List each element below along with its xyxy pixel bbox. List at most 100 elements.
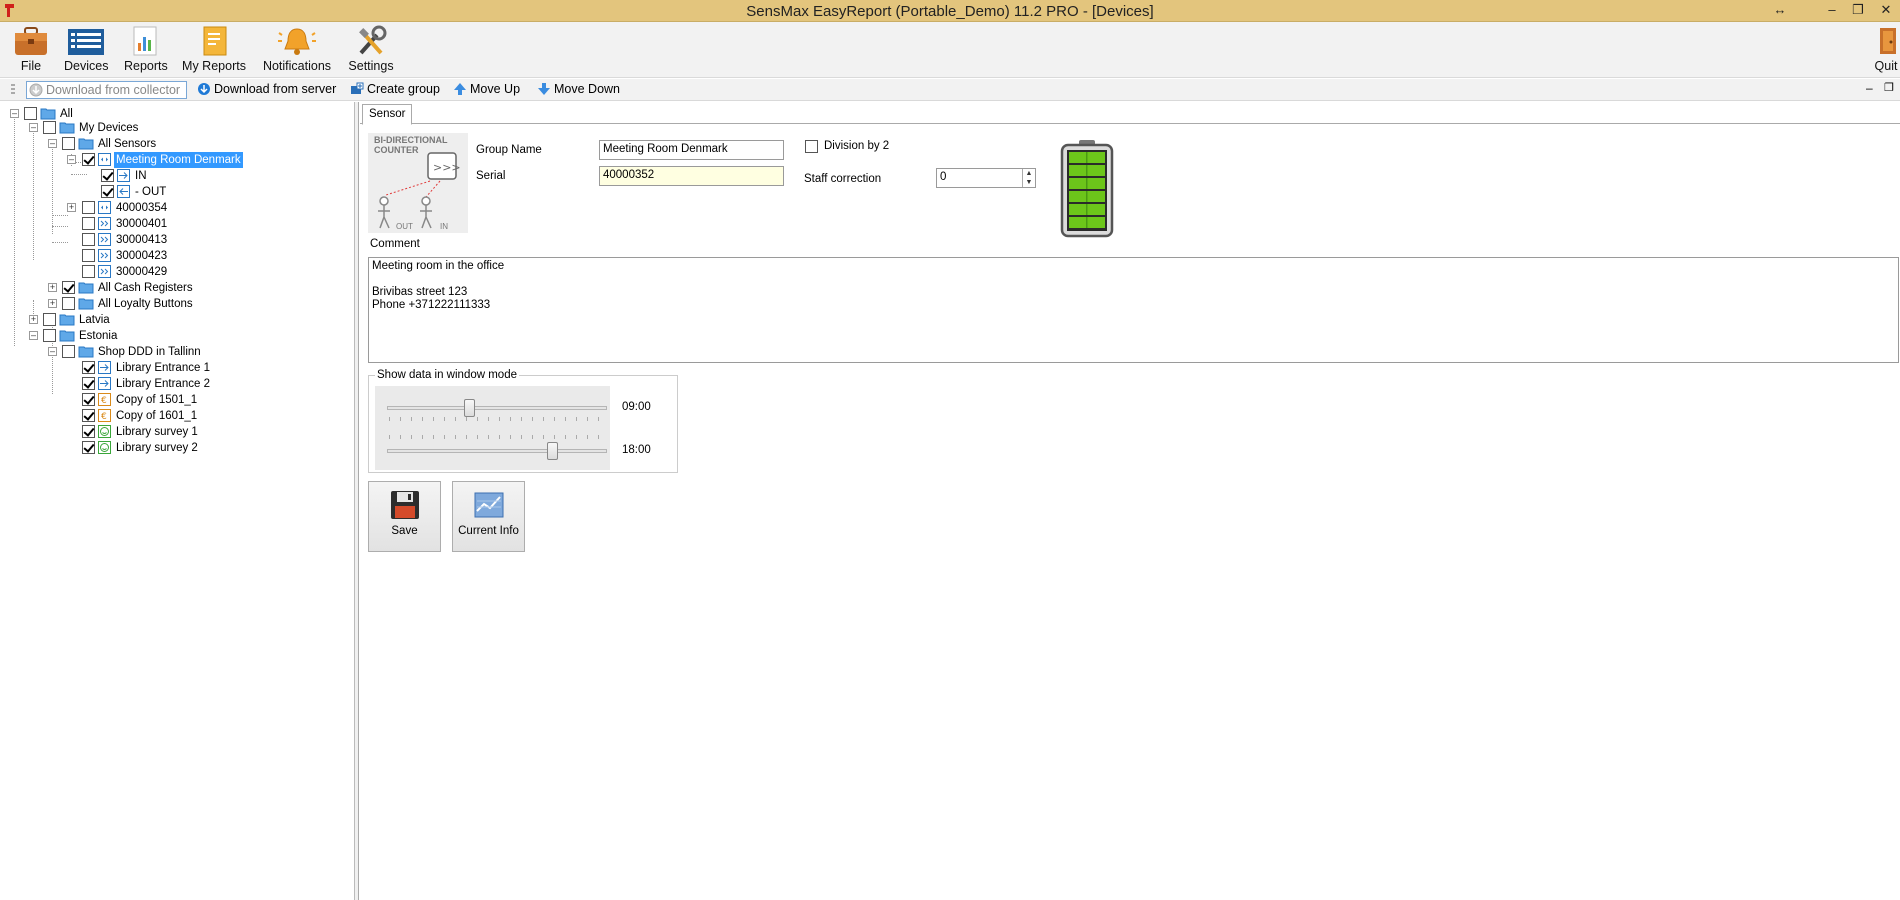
close-button[interactable]: ✕ (1874, 1, 1898, 21)
tree-checkbox[interactable] (43, 329, 56, 342)
bidirectional-counter-illustration: BI-DIRECTIONAL COUNTER >>> OUT IN (368, 133, 468, 233)
svg-text:>>>: >>> (433, 161, 461, 174)
settings-label: Settings (348, 59, 394, 73)
end-time-label: 18:00 (622, 444, 651, 456)
move-up-button[interactable]: Move Up (453, 81, 520, 99)
division-by-2-label: Division by 2 (824, 140, 890, 152)
tree-checkbox[interactable] (82, 201, 95, 214)
notifications-button[interactable]: Notifications (262, 25, 332, 77)
create-group-button[interactable]: Create group (350, 81, 440, 99)
quit-button[interactable]: Quit (1872, 25, 1900, 77)
window-mode-sliders (375, 386, 610, 470)
tree-label: Copy of 1601_1 (116, 410, 198, 422)
device-caption-line1: BI-DIRECTIONAL (374, 135, 448, 145)
tree-checkbox[interactable] (62, 297, 75, 310)
exit-door-icon (1880, 28, 1896, 54)
window-mode-group: Show data in window mode 09:00 18:00 (368, 369, 678, 473)
end-slider-track[interactable] (387, 449, 607, 453)
mdi-minimize-button[interactable]: – (1866, 80, 1873, 98)
device-out-tag: OUT (396, 222, 413, 231)
create-group-icon (351, 82, 364, 94)
sensor-icon (98, 217, 111, 230)
download-collector-icon (29, 83, 43, 97)
battery-cell-divider (1086, 165, 1088, 176)
serial-field[interactable]: 40000352 (599, 166, 784, 186)
staff-correction-input[interactable]: 0 (936, 168, 1036, 188)
download-from-server-button[interactable]: Download from server (197, 81, 336, 99)
tree-label: Meeting Room Denmark (114, 152, 243, 168)
tree-label: Library Entrance 1 (116, 362, 210, 374)
move-down-label: Move Down (554, 82, 620, 96)
current-info-button[interactable]: Current Info (452, 481, 525, 552)
mdi-restore-button[interactable]: ❐ (1884, 80, 1894, 98)
entrance-arrow-icon (98, 361, 111, 374)
staff-correction-spinner[interactable]: ▲ ▼ (1022, 169, 1035, 187)
download-from-collector-button[interactable]: Download from collector (26, 81, 188, 99)
tree-checkbox[interactable] (82, 441, 95, 454)
settings-button[interactable]: Settings (348, 25, 394, 77)
download-from-collector-label: Download from collector (46, 83, 181, 97)
tree-checkbox[interactable] (82, 153, 95, 166)
download-server-icon (198, 83, 210, 95)
info-chart-icon (474, 492, 503, 518)
tree-checkbox[interactable] (82, 393, 95, 406)
tree-checkbox[interactable] (82, 361, 95, 374)
serial-label: Serial (476, 170, 506, 182)
tree-label: My Devices (79, 122, 139, 134)
resize-icon[interactable]: ↔ (1768, 1, 1792, 21)
tree-checkbox[interactable] (43, 313, 56, 326)
group-name-label: Group Name (476, 144, 542, 156)
sensor-icon (98, 265, 111, 278)
tree-checkbox[interactable] (82, 425, 95, 438)
tree-checkbox[interactable] (82, 409, 95, 422)
move-down-button[interactable]: Move Down (537, 81, 620, 99)
tree-checkbox[interactable] (82, 233, 95, 246)
tree-checkbox[interactable] (24, 107, 37, 120)
tree-checkbox[interactable] (62, 281, 75, 294)
tree-checkbox[interactable] (82, 249, 95, 262)
tree-label: 40000354 (116, 202, 168, 214)
create-group-label: Create group (367, 82, 440, 96)
start-slider-track[interactable] (387, 406, 607, 410)
sensor-icon (98, 249, 111, 262)
folder-icon (59, 122, 75, 134)
comment-textarea[interactable]: Meeting room in the office Brivibas stre… (368, 257, 1899, 363)
tree-checkbox[interactable] (101, 185, 114, 198)
tree-label: All (60, 108, 73, 120)
notifications-label: Notifications (262, 59, 332, 73)
spin-up-icon[interactable]: ▲ (1023, 169, 1035, 178)
division-by-2-checkbox[interactable] (805, 140, 818, 153)
tree-checkbox[interactable] (62, 345, 75, 358)
tree-checkbox[interactable] (101, 169, 114, 182)
device-caption-line2: COUNTER (374, 145, 419, 155)
panel-splitter[interactable] (355, 102, 359, 900)
title-bar: SensMax EasyReport (Portable_Demo) 11.2 … (0, 0, 1900, 22)
my-reports-button[interactable]: My Reports (182, 25, 246, 77)
battery-cell-divider (1086, 217, 1088, 228)
start-slider-thumb[interactable] (464, 399, 475, 417)
tree-checkbox[interactable] (82, 377, 95, 390)
tree-checkbox[interactable] (62, 137, 75, 150)
battery-cell-divider (1086, 204, 1088, 215)
tab-sensor[interactable]: Sensor (362, 104, 413, 125)
file-label: File (20, 59, 42, 73)
save-button[interactable]: Save (368, 481, 441, 552)
tree-checkbox[interactable] (82, 217, 95, 230)
tree-label: Estonia (79, 330, 118, 342)
folder-icon (59, 330, 75, 342)
restore-button[interactable]: ❐ (1846, 1, 1870, 21)
spin-down-icon[interactable]: ▼ (1023, 178, 1035, 187)
folder-icon (78, 138, 94, 150)
file-button[interactable]: File (10, 25, 52, 77)
reports-button[interactable]: Reports (124, 25, 168, 77)
battery-cell-divider (1086, 152, 1088, 163)
minimize-button[interactable]: – (1820, 1, 1844, 21)
tree-checkbox[interactable] (82, 265, 95, 278)
end-slider-thumb[interactable] (546, 442, 558, 460)
device-in-tag: IN (440, 222, 448, 231)
toolbar-grip[interactable] (11, 84, 15, 96)
tree-checkbox[interactable] (43, 121, 56, 134)
devices-button[interactable]: Devices (64, 25, 108, 77)
group-name-field[interactable]: Meeting Room Denmark (599, 140, 784, 160)
tree-label: Copy of 1501_1 (116, 394, 198, 406)
